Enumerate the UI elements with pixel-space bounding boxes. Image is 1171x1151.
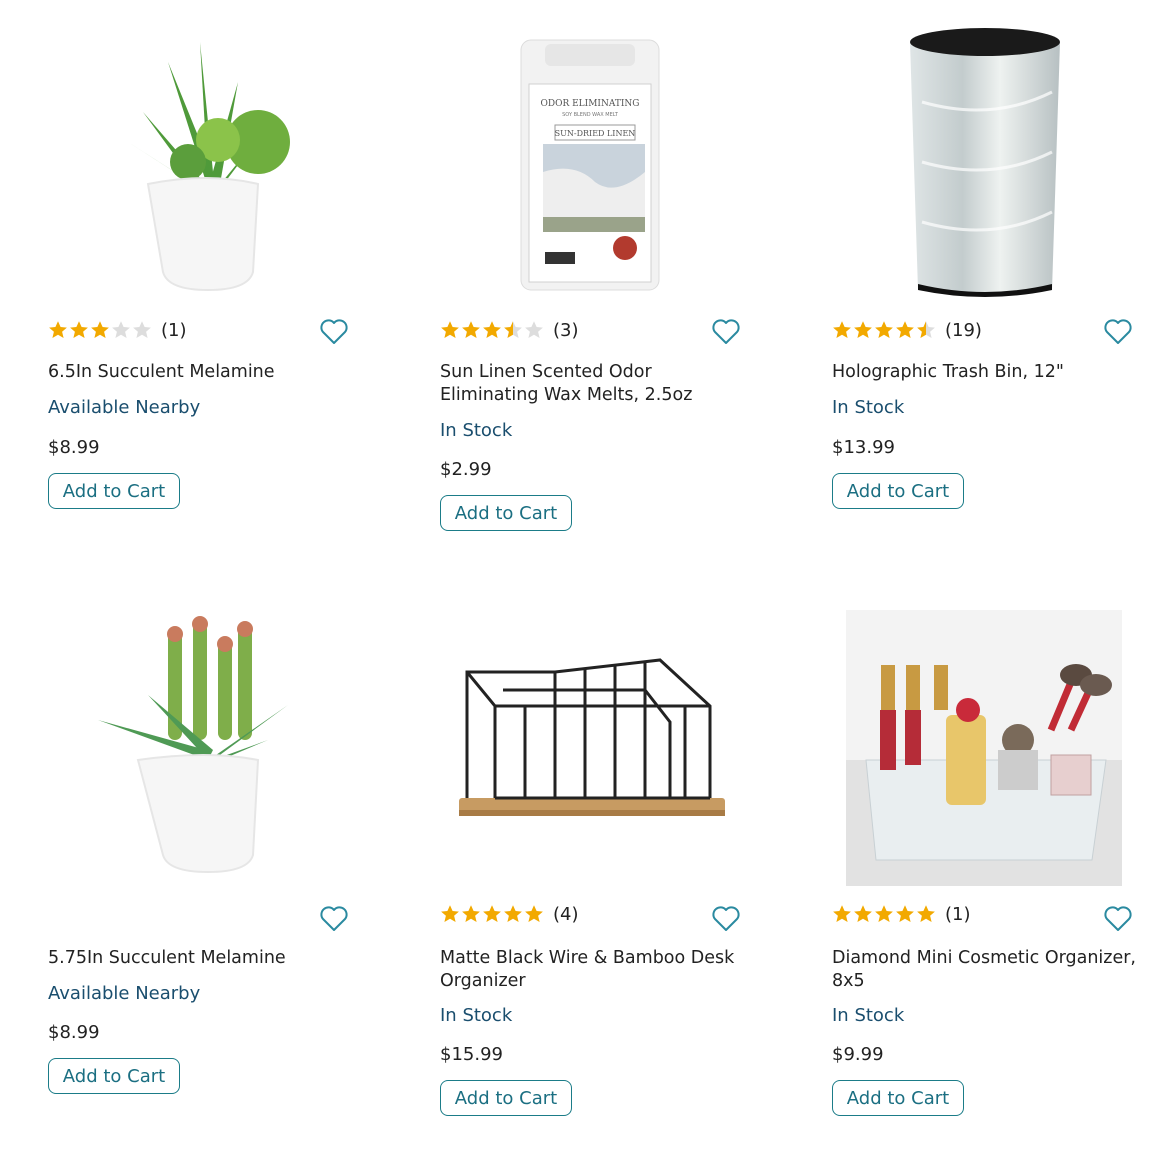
- wire-desk-organizer-icon: [459, 658, 725, 816]
- product-title[interactable]: 5.75In Succulent Melamine: [48, 947, 358, 970]
- product-title[interactable]: 6.5In Succulent Melamine: [48, 361, 358, 384]
- review-count[interactable]: (3): [553, 320, 579, 341]
- star-filled-icon: [462, 321, 480, 338]
- review-count[interactable]: (19): [945, 320, 982, 341]
- cosmetic-organizer-icon: [846, 610, 1122, 886]
- product-price: $2.99: [440, 459, 492, 480]
- star-rating: [832, 320, 936, 340]
- product-card: 5.75In Succulent Melamine Available Near…: [48, 610, 378, 1110]
- rating: (1): [832, 901, 971, 927]
- product-card: ODOR ELIMINATING SOY BLEND WAX MELT SUN-…: [440, 22, 770, 542]
- product-card: (1) 6.5In Succulent Melamine Available N…: [48, 22, 378, 522]
- stock-status: In Stock: [832, 1005, 905, 1026]
- add-to-cart-button[interactable]: Add to Cart: [440, 1080, 572, 1116]
- heart-icon[interactable]: [320, 906, 348, 932]
- star-filled-icon: [896, 321, 914, 338]
- heart-icon[interactable]: [712, 906, 740, 932]
- heart-icon[interactable]: [1104, 319, 1132, 345]
- product-image[interactable]: [88, 610, 328, 885]
- star-rating: [832, 904, 936, 924]
- add-to-cart-button[interactable]: Add to Cart: [832, 1080, 964, 1116]
- star-filled-icon: [70, 321, 88, 338]
- product-title[interactable]: Matte Black Wire & Bamboo Desk Organizer: [440, 947, 750, 993]
- succulent-plant-icon: [128, 42, 290, 292]
- stock-status: In Stock: [832, 397, 905, 418]
- add-to-cart-button[interactable]: Add to Cart: [48, 473, 180, 509]
- product-card: (1) Diamond Mini Cosmetic Organizer, 8x5…: [832, 610, 1162, 1130]
- star-half-icon: [917, 321, 935, 338]
- product-price: $15.99: [440, 1044, 503, 1065]
- star-filled-icon: [504, 905, 522, 922]
- product-image[interactable]: [902, 22, 1072, 297]
- heart-icon[interactable]: [1104, 906, 1132, 932]
- star-filled-icon: [483, 321, 501, 338]
- star-filled-icon: [875, 905, 893, 922]
- star-rating: [440, 904, 544, 924]
- star-filled-icon: [91, 321, 109, 338]
- succulent-plant-icon: [98, 616, 288, 874]
- star-filled-icon: [896, 905, 914, 922]
- heart-icon[interactable]: [712, 319, 740, 345]
- rating: (19): [832, 317, 982, 343]
- rating: (4): [440, 901, 579, 927]
- wax-melts-package-icon: ODOR ELIMINATING SOY BLEND WAX MELT SUN-…: [520, 39, 660, 291]
- review-count[interactable]: (4): [553, 904, 579, 925]
- product-image[interactable]: ODOR ELIMINATING SOY BLEND WAX MELT SUN-…: [515, 22, 665, 297]
- star-rating: [48, 320, 152, 340]
- product-price: $9.99: [832, 1044, 884, 1065]
- product-title[interactable]: Diamond Mini Cosmetic Organizer, 8x5: [832, 947, 1142, 993]
- star-filled-icon: [833, 905, 851, 922]
- svg-text:ODOR ELIMINATING: ODOR ELIMINATING: [541, 99, 640, 109]
- stock-status: Available Nearby: [48, 397, 201, 418]
- add-to-cart-button[interactable]: Add to Cart: [48, 1058, 180, 1094]
- stock-status: In Stock: [440, 420, 513, 441]
- star-filled-icon: [462, 905, 480, 922]
- star-empty-icon: [525, 321, 543, 338]
- star-rating: [440, 320, 544, 340]
- star-filled-icon: [49, 321, 67, 338]
- star-empty-icon: [112, 321, 130, 338]
- star-empty-icon: [133, 321, 151, 338]
- star-half-icon: [504, 321, 522, 338]
- star-filled-icon: [917, 905, 935, 922]
- product-image[interactable]: [88, 22, 328, 297]
- product-price: $8.99: [48, 1022, 100, 1043]
- stock-status: Available Nearby: [48, 983, 201, 1004]
- product-card: (19) Holographic Trash Bin, 12" In Stock…: [832, 22, 1162, 522]
- add-to-cart-button[interactable]: Add to Cart: [832, 473, 964, 509]
- product-price: $13.99: [832, 437, 895, 458]
- svg-text:SUN-DRIED LINEN: SUN-DRIED LINEN: [555, 129, 636, 138]
- add-to-cart-button[interactable]: Add to Cart: [440, 495, 572, 531]
- product-title[interactable]: Holographic Trash Bin, 12": [832, 361, 1142, 384]
- star-filled-icon: [854, 321, 872, 338]
- holographic-bin-icon: [910, 28, 1060, 297]
- star-filled-icon: [854, 905, 872, 922]
- product-card: (4) Matte Black Wire & Bamboo Desk Organ…: [440, 610, 770, 1130]
- rating: (3): [440, 317, 579, 343]
- star-filled-icon: [441, 321, 459, 338]
- star-filled-icon: [483, 905, 501, 922]
- heart-icon[interactable]: [320, 319, 348, 345]
- star-filled-icon: [833, 321, 851, 338]
- product-image[interactable]: [846, 610, 1122, 886]
- svg-text:SOY BLEND WAX MELT: SOY BLEND WAX MELT: [562, 112, 619, 118]
- review-count[interactable]: (1): [161, 320, 187, 341]
- star-filled-icon: [525, 905, 543, 922]
- rating: (1): [48, 317, 187, 343]
- stock-status: In Stock: [440, 1005, 513, 1026]
- product-image[interactable]: [455, 610, 735, 885]
- product-price: $8.99: [48, 437, 100, 458]
- product-title[interactable]: Sun Linen Scented Odor Eliminating Wax M…: [440, 361, 750, 407]
- review-count[interactable]: (1): [945, 904, 971, 925]
- star-filled-icon: [441, 905, 459, 922]
- star-filled-icon: [875, 321, 893, 338]
